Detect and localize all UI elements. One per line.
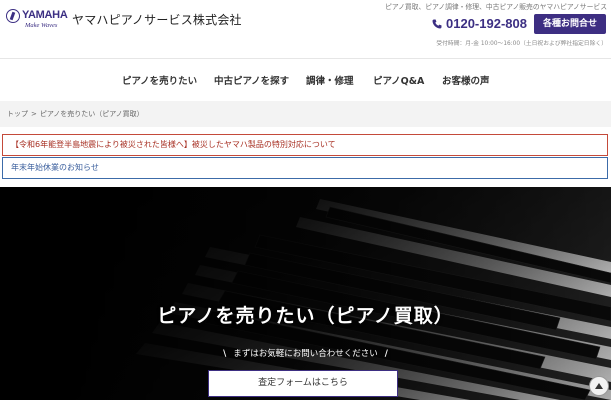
phone-number-text: 0120-192-808 [446,16,527,31]
tuning-fork-icon [6,9,20,23]
phone-number[interactable]: 0120-192-808 [432,16,527,31]
notice-holiday[interactable]: 年末年始休業のお知らせ [2,157,608,179]
nav-item-customer-voices[interactable]: お客様の声 [442,73,490,87]
notice-earthquake[interactable]: 【令和6年能登半島地震により被災された皆様へ】被災したヤマハ製品の特別対応につい… [2,134,608,156]
business-hours: 受付時間：月-金 10:00〜16:00（土日祝および弊社指定日除く） [436,41,607,47]
company-name[interactable]: ヤマハピアノサービス株式会社 [72,11,242,28]
hero-title: ピアノを売りたい（ピアノ買取） [157,305,454,327]
piano-keys-image [0,187,611,400]
phone-icon [432,19,442,29]
logo-wordmark: YAMAHA [22,9,68,21]
nav-item-tuning-repair[interactable]: 調律・修理 [306,73,354,87]
breadcrumb: トップ > ピアノを売りたい（ピアノ買取） [0,101,611,127]
logo-slogan: Make Waves [25,22,58,29]
decorative-slash-right: / [384,349,388,359]
breadcrumb-separator: > [31,110,37,118]
site-tagline: ピアノ買取、ピアノ調律・修理、中古ピアノ販売のヤマハピアノサービス [385,3,607,11]
decorative-slash-left: \ [223,349,227,359]
contact-button[interactable]: 各種お問合せ [534,14,606,34]
yamaha-logo[interactable]: YAMAHA Make Waves [6,8,68,32]
arrow-up-icon[interactable] [589,376,609,396]
nav-item-piano-qa[interactable]: ピアノQ&A [373,73,424,87]
breadcrumb-current: ピアノを売りたい（ピアノ買取） [39,110,144,118]
hero-banner: ピアノを売りたい（ピアノ買取） \ まずはお気軽にお問い合わせください / 査定フォ… [0,187,611,400]
site-header: YAMAHA Make Waves ヤマハピアノサービス株式会社 ピアノ買取、ピ… [0,0,611,58]
nav-item-sell-piano[interactable]: ピアノを売りたい [122,73,197,87]
main-nav: ピアノを売りたい 中古ピアノを探す 調律・修理 ピアノQ&A お客様の声 [0,58,611,100]
hero-subtitle: \ まずはお気軽にお問い合わせください / [0,347,611,359]
nav-item-used-pianos[interactable]: 中古ピアノを探す [214,73,289,87]
hero-subtitle-text: まずはお気軽にお問い合わせください [233,349,378,359]
assessment-form-button[interactable]: 査定フォームはこちら [208,370,398,397]
breadcrumb-home[interactable]: トップ [7,110,28,118]
